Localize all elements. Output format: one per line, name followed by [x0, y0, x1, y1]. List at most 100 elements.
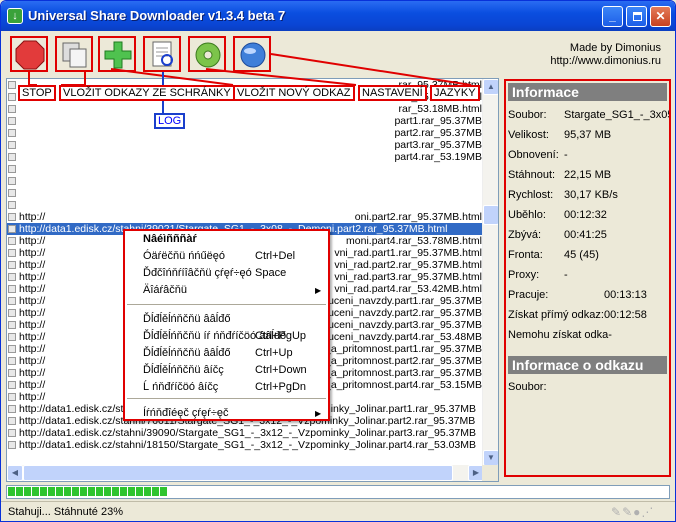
- vertical-scrollbar[interactable]: ▲ ▼: [482, 79, 498, 466]
- row-checkbox[interactable]: [8, 237, 16, 245]
- maximize-button[interactable]: [626, 6, 647, 27]
- info-value: 00:41:25: [564, 229, 607, 241]
- row-checkbox[interactable]: [8, 261, 16, 269]
- context-menu-shortcut: Ctrl+PgDn: [255, 381, 307, 393]
- row-checkbox[interactable]: [8, 189, 16, 197]
- info-value: 95,37 MB: [564, 129, 612, 141]
- row-checkbox[interactable]: [8, 369, 16, 377]
- table-row[interactable]: http://data1.edisk.cz/stahni/39090/Starg…: [7, 427, 484, 439]
- row-checkbox[interactable]: [8, 321, 16, 329]
- context-menu-shortcut: Ctrl+Up: [255, 347, 293, 359]
- title-bar[interactable]: ↓ Universal Share Downloader v1.3.4 beta…: [1, 1, 675, 31]
- row-checkbox[interactable]: [8, 141, 16, 149]
- row-checkbox[interactable]: [8, 153, 16, 161]
- table-row[interactable]: http://data1.edisk.cz/stahni/18150/Starg…: [7, 439, 484, 451]
- table-row[interactable]: rar_53.18MB.html: [7, 103, 484, 115]
- table-row[interactable]: part1.rar_95.37MB: [7, 115, 484, 127]
- annotation-languages: JAZYKY: [430, 85, 480, 101]
- row-checkbox[interactable]: [8, 393, 16, 401]
- add-icon: [104, 41, 132, 69]
- table-row[interactable]: http:// oni.part2.rar_95.37MB.html: [7, 211, 484, 223]
- row-checkbox[interactable]: [8, 441, 16, 449]
- languages-button[interactable]: [233, 36, 271, 72]
- progress-segment: [16, 487, 23, 496]
- row-checkbox[interactable]: [8, 225, 16, 233]
- context-menu-item[interactable]: Ďĺđĺěĺńňčňü ââĺđő: [143, 347, 230, 360]
- row-checkbox[interactable]: [8, 429, 16, 437]
- table-row[interactable]: part3.rar_95.37MB: [7, 139, 484, 151]
- table-row[interactable]: [7, 175, 484, 187]
- close-button[interactable]: ✕: [650, 6, 671, 27]
- row-url-tail: part4.rar_53.19MB: [394, 151, 482, 163]
- context-menu-item[interactable]: Íŕńňđîéęč çŕęŕ÷ęč: [143, 407, 229, 420]
- row-url-tail: vni_rad.part2.rar_95.37MB.html: [334, 259, 482, 271]
- progress-segment: [112, 487, 119, 496]
- info-label: Rychlost:: [508, 189, 554, 201]
- row-checkbox[interactable]: [8, 201, 16, 209]
- add-link-button[interactable]: [98, 36, 136, 72]
- row-url-tail: louceni_navzdy.part2.rar_95.37MB: [319, 307, 482, 319]
- row-checkbox[interactable]: [8, 177, 16, 185]
- row-checkbox[interactable]: [8, 105, 16, 113]
- paste-links-button[interactable]: [55, 36, 93, 72]
- table-row[interactable]: part4.rar_53.19MB: [7, 151, 484, 163]
- row-checkbox[interactable]: [8, 405, 16, 413]
- row-checkbox[interactable]: [8, 345, 16, 353]
- minimize-button[interactable]: _: [602, 6, 623, 27]
- row-url-tail: louceni_navzdy.part3.rar_95.37MB: [319, 319, 482, 331]
- table-row[interactable]: [7, 199, 484, 211]
- context-menu-item[interactable]: Ĺ ńňđŕíčöó âíčç: [143, 381, 218, 394]
- submenu-arrow-icon: ▶: [315, 286, 322, 295]
- row-checkbox[interactable]: [8, 357, 16, 365]
- progress-segment: [48, 487, 55, 496]
- info-label: Obnovení:: [508, 149, 559, 161]
- row-checkbox[interactable]: [8, 213, 16, 221]
- context-menu-item[interactable]: Ďĺđĺěĺńňčňü ââĺđő: [143, 313, 230, 326]
- context-menu-item[interactable]: Ďđčîńňŕíîâčňü çŕęŕ÷ęó: [143, 267, 252, 280]
- scroll-left-button[interactable]: ◀: [7, 465, 23, 481]
- settings-button[interactable]: [188, 36, 226, 72]
- context-menu: Nâéìñññàŕ Óäŕëčňü ńńűëęó Ctrl+Del Ďđčîńňŕíî…: [123, 229, 330, 421]
- log-button[interactable]: [143, 36, 181, 72]
- info-label: Zbývá:: [508, 229, 542, 241]
- row-url: http://: [19, 283, 46, 295]
- table-row[interactable]: [7, 163, 484, 175]
- horizontal-scroll-thumb[interactable]: [23, 465, 453, 481]
- scroll-up-button[interactable]: ▲: [483, 79, 498, 95]
- table-row[interactable]: part2.rar_95.37MB: [7, 127, 484, 139]
- progress-segment: [8, 487, 15, 496]
- row-url: http://: [19, 295, 46, 307]
- context-menu-item[interactable]: Äîáŕâčňü: [143, 284, 187, 297]
- context-menu-item[interactable]: Óäŕëčňü ńńűëęó: [143, 250, 225, 263]
- row-checkbox[interactable]: [8, 309, 16, 317]
- row-checkbox[interactable]: [8, 273, 16, 281]
- context-menu-shortcut: Ctrl+Down: [255, 364, 307, 376]
- row-checkbox[interactable]: [8, 333, 16, 341]
- progress-segment: [32, 487, 39, 496]
- author-url[interactable]: http://www.dimonius.ru: [550, 55, 661, 68]
- row-checkbox[interactable]: [8, 249, 16, 257]
- row-checkbox[interactable]: [8, 417, 16, 425]
- submenu-arrow-icon: ▶: [315, 409, 322, 418]
- paste-icon: [62, 42, 87, 68]
- table-row[interactable]: [7, 187, 484, 199]
- row-checkbox[interactable]: [8, 129, 16, 137]
- scroll-down-button[interactable]: ▼: [483, 450, 498, 466]
- row-checkbox[interactable]: [8, 285, 16, 293]
- stop-button[interactable]: [10, 36, 48, 72]
- row-checkbox[interactable]: [8, 165, 16, 173]
- row-url: http://data1.edisk.cz/stahni/18150/Starg…: [19, 439, 477, 451]
- horizontal-scrollbar[interactable]: ◀ ▶: [7, 465, 484, 481]
- context-menu-item[interactable]: Nâéìñññàŕ: [143, 233, 197, 246]
- row-url: http://: [19, 211, 46, 223]
- row-checkbox[interactable]: [8, 117, 16, 125]
- row-checkbox[interactable]: [8, 93, 16, 101]
- vertical-scroll-thumb[interactable]: [483, 205, 498, 225]
- row-checkbox[interactable]: [8, 297, 16, 305]
- progress-segment: [160, 487, 167, 496]
- status-bar: Stahuji... Stáhnuté 23% ✎✎●⋰: [1, 501, 675, 521]
- context-menu-item[interactable]: Ďĺđĺěĺńňčňü âíčç: [143, 364, 224, 377]
- row-checkbox[interactable]: [8, 381, 16, 389]
- row-checkbox[interactable]: [8, 81, 16, 89]
- annotation-log: LOG: [154, 113, 186, 129]
